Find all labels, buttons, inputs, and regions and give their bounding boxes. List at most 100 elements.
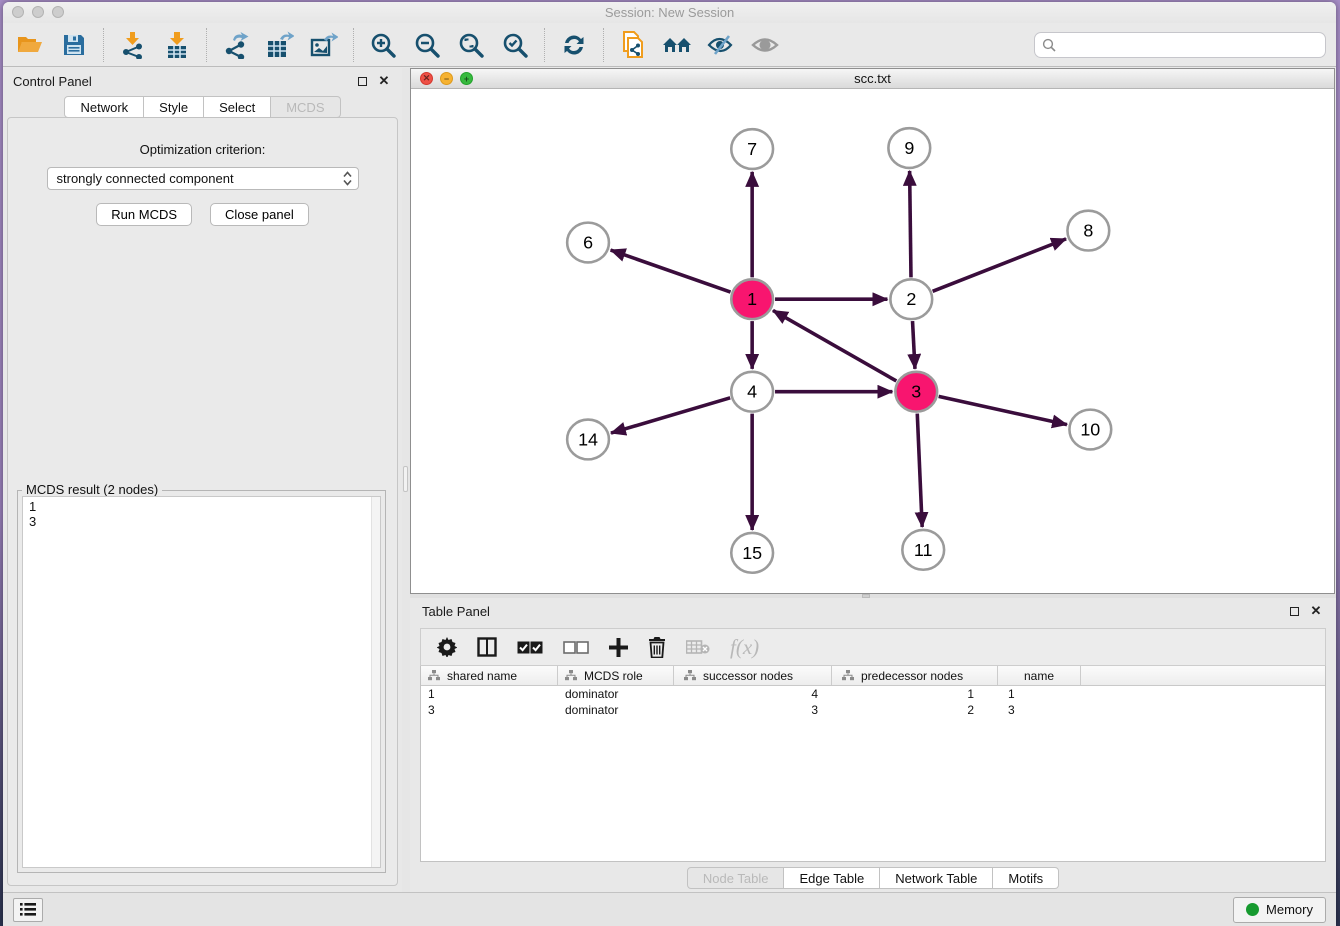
table-cell[interactable]: 2 <box>832 703 998 717</box>
graph-node-6[interactable]: 6 <box>567 223 609 263</box>
import-table-icon[interactable] <box>160 28 194 62</box>
edge-1-to-6[interactable] <box>611 250 731 292</box>
graph-node-1[interactable]: 1 <box>731 279 773 319</box>
result-scrollbar[interactable] <box>371 497 380 867</box>
table-cell[interactable]: 1 <box>832 687 998 701</box>
horizontal-splitter[interactable] <box>410 594 1336 598</box>
graph-node-3[interactable]: 3 <box>895 372 937 412</box>
zoom-window-button[interactable] <box>52 6 64 18</box>
export-image-icon[interactable] <box>307 28 341 62</box>
close-panel-icon[interactable]: ✕ <box>376 73 392 89</box>
zoom-selected-icon[interactable] <box>498 28 532 62</box>
node-label: 11 <box>914 540 933 560</box>
delete-column-icon[interactable] <box>648 637 666 658</box>
close-window-button[interactable] <box>12 6 24 18</box>
refresh-icon[interactable] <box>557 28 591 62</box>
table-cell[interactable]: dominator <box>558 703 674 717</box>
graph-node-4[interactable]: 4 <box>731 372 773 412</box>
toolbar-separator <box>353 28 354 62</box>
float-panel-icon[interactable] <box>354 73 370 89</box>
export-table-icon[interactable] <box>263 28 297 62</box>
settings-gear-icon[interactable] <box>437 637 457 657</box>
edge-2-to-8[interactable] <box>933 239 1066 291</box>
node-label: 15 <box>742 543 762 563</box>
edge-3-to-1[interactable] <box>773 310 896 381</box>
graph-node-11[interactable]: 11 <box>902 530 944 570</box>
table-cell[interactable]: 1 <box>998 687 1081 701</box>
control-panel-title: Control Panel <box>13 74 92 89</box>
minimize-window-button[interactable] <box>32 6 44 18</box>
search-field[interactable] <box>1034 32 1326 58</box>
edge-4-to-14[interactable] <box>611 398 730 433</box>
network-view[interactable]: 7 9 6 8 1 2 4 3 14 10 15 11 <box>411 89 1334 593</box>
column-header-shared-name[interactable]: shared name <box>421 666 558 685</box>
close-panel-button[interactable]: Close panel <box>210 203 309 226</box>
open-session-icon[interactable] <box>13 28 47 62</box>
column-header-label: shared name <box>447 669 517 683</box>
zoom-in-icon[interactable] <box>366 28 400 62</box>
delete-table-icon[interactable] <box>686 639 710 655</box>
tab-node-table[interactable]: Node Table <box>687 867 785 889</box>
table-cell[interactable]: dominator <box>558 687 674 701</box>
edge-3-to-10[interactable] <box>939 396 1067 424</box>
table-row[interactable]: 1dominator411 <box>421 686 1325 702</box>
zoom-out-icon[interactable] <box>410 28 444 62</box>
table-row[interactable]: 3dominator323 <box>421 702 1325 718</box>
network-minimize-button[interactable]: − <box>440 72 453 85</box>
graph-node-10[interactable]: 10 <box>1069 410 1111 450</box>
table-cell[interactable]: 3 <box>421 703 558 717</box>
add-column-icon[interactable] <box>609 638 628 657</box>
vertical-splitter[interactable] <box>402 68 410 892</box>
task-history-button[interactable] <box>13 898 43 922</box>
graph-node-7[interactable]: 7 <box>731 129 773 169</box>
table-cell[interactable]: 4 <box>674 687 832 701</box>
tab-style[interactable]: Style <box>144 96 204 118</box>
graph-node-14[interactable]: 14 <box>567 420 609 460</box>
tab-edge-table[interactable]: Edge Table <box>784 867 880 889</box>
show-hidden-icon[interactable] <box>748 28 782 62</box>
edge-2-to-9[interactable] <box>910 171 911 277</box>
function-builder-icon[interactable]: f(x) <box>730 635 759 660</box>
tab-mcds[interactable]: MCDS <box>271 96 340 118</box>
column-header-successor-nodes[interactable]: successor nodes <box>674 666 832 685</box>
graph-node-15[interactable]: 15 <box>731 533 773 573</box>
graph-node-8[interactable]: 8 <box>1067 211 1109 251</box>
table-header-row: shared name MCDS rolesuccessor nodesprede… <box>421 666 1325 686</box>
save-session-icon[interactable] <box>57 28 91 62</box>
criterion-dropdown[interactable]: strongly connected component <box>47 167 359 190</box>
search-input[interactable] <box>1061 37 1318 52</box>
node-label: 9 <box>904 138 914 158</box>
tab-network[interactable]: Network <box>64 96 144 118</box>
dropdown-stepper-icon <box>343 171 352 186</box>
export-network-icon[interactable] <box>219 28 253 62</box>
graph-node-9[interactable]: 9 <box>888 128 930 168</box>
table-cell[interactable]: 1 <box>421 687 558 701</box>
table-cell[interactable]: 3 <box>998 703 1081 717</box>
run-mcds-button[interactable]: Run MCDS <box>96 203 192 226</box>
import-network-icon[interactable] <box>116 28 150 62</box>
network-close-button[interactable]: ✕ <box>420 72 433 85</box>
edge-3-to-11[interactable] <box>917 414 922 527</box>
tab-motifs[interactable]: Motifs <box>993 867 1059 889</box>
hide-selected-icon[interactable] <box>704 28 738 62</box>
show-all-networks-icon[interactable] <box>660 28 694 62</box>
column-header-MCDS-role[interactable]: MCDS role <box>558 666 674 685</box>
close-table-panel-icon[interactable]: ✕ <box>1308 603 1324 619</box>
column-header-predecessor-nodes[interactable]: predecessor nodes <box>832 666 998 685</box>
tab-select[interactable]: Select <box>204 96 271 118</box>
memory-button[interactable]: Memory <box>1233 897 1326 923</box>
mcds-result-text[interactable]: 1 3 <box>22 496 381 868</box>
graph-node-2[interactable]: 2 <box>890 279 932 319</box>
column-header-name[interactable]: name <box>998 666 1081 685</box>
show-column-panel-icon[interactable] <box>477 637 497 657</box>
fit-content-icon[interactable] <box>454 28 488 62</box>
tab-network-table[interactable]: Network Table <box>880 867 993 889</box>
duplicate-network-icon[interactable] <box>616 28 650 62</box>
table-cell[interactable]: 3 <box>674 703 832 717</box>
table-panel: Table Panel ✕ <box>410 598 1336 892</box>
float-table-panel-icon[interactable] <box>1286 603 1302 619</box>
network-zoom-button[interactable]: + <box>460 72 473 85</box>
select-all-checkboxes-icon[interactable] <box>517 641 543 654</box>
deselect-all-checkboxes-icon[interactable] <box>563 641 589 654</box>
edge-2-to-3[interactable] <box>913 321 915 369</box>
